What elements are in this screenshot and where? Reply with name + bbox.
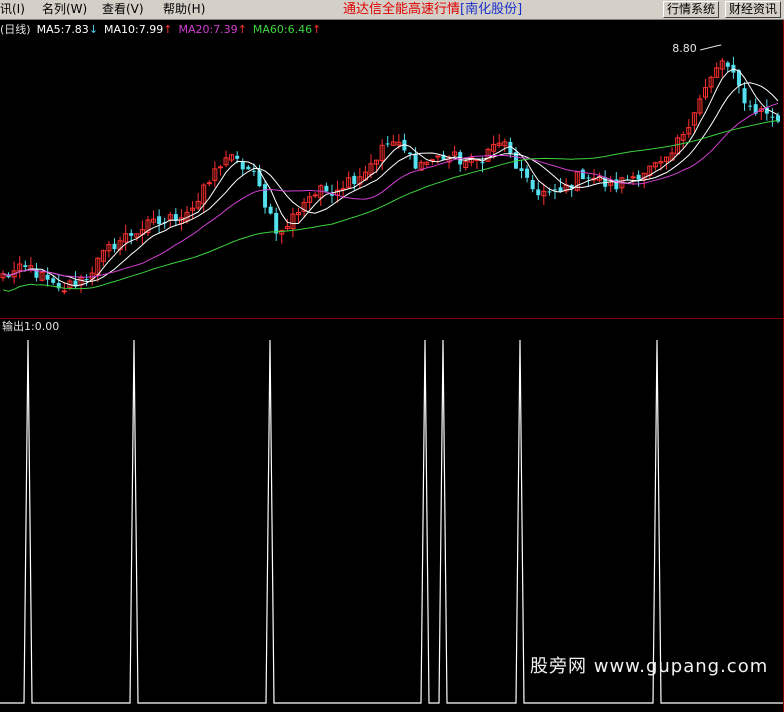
candle-body <box>480 162 485 164</box>
candle-body <box>636 174 641 180</box>
candle-body <box>742 88 747 104</box>
candle-body <box>725 62 730 67</box>
ma20-line <box>2 102 779 278</box>
candle-body <box>770 116 775 118</box>
ma-legend: (日线) MA5:7.83↓ MA10:7.99↑ MA20:7.39↑ MA60:6.… <box>0 22 327 38</box>
signal-line <box>0 339 783 704</box>
candle-body <box>580 169 585 180</box>
candle-body <box>274 212 279 234</box>
candle-body <box>240 161 245 170</box>
chart-canvas: 8.80 <box>0 20 784 712</box>
legend-label: MA60:6.46 <box>252 23 313 36</box>
watermark: 股旁网 www.gupang.com <box>530 656 769 677</box>
candle-body <box>235 155 240 159</box>
candle-body <box>312 194 318 197</box>
high-price-pointer <box>700 44 722 51</box>
candle-body <box>51 278 56 283</box>
candle-body <box>408 152 413 155</box>
candle-body <box>519 168 524 172</box>
candle-body <box>324 185 329 192</box>
ma10-line <box>2 82 779 283</box>
candle-body <box>630 176 636 179</box>
candle-body <box>586 177 591 179</box>
ma60-line <box>2 119 779 292</box>
candle-body <box>263 184 268 208</box>
legend-item-ma60: MA60:6.46↑ <box>253 22 321 38</box>
legend-item-ma20: MA20:7.39↑ <box>178 22 246 38</box>
candle-body <box>385 143 390 145</box>
candle-body <box>268 206 273 214</box>
candle-body <box>129 233 134 236</box>
candle-body <box>552 189 557 191</box>
ma5-line <box>2 68 779 287</box>
candle-body <box>352 175 357 185</box>
legend-label: MA5:7.83 <box>36 23 89 36</box>
candle-body <box>525 168 530 178</box>
candle-body <box>157 216 162 225</box>
legend-label: MA20:7.39 <box>178 23 238 36</box>
legend-period: (日线) <box>0 23 31 36</box>
candle-body <box>23 265 28 267</box>
candle-body <box>84 279 89 281</box>
candle-body <box>61 290 67 293</box>
candle-body <box>45 274 50 280</box>
candle-body <box>217 166 223 169</box>
candle-body <box>246 166 251 170</box>
candle-body <box>413 153 418 169</box>
arrow-up-icon: ↑ <box>237 23 247 36</box>
candle-body <box>748 105 753 107</box>
legend-label: MA10:7.99 <box>104 23 164 36</box>
legend-item-ma5: MA5:7.83↓ <box>37 22 98 38</box>
candle-body <box>206 182 212 185</box>
candle-body <box>558 187 563 192</box>
candle-body <box>547 191 552 193</box>
high-price-label: 8.80 <box>672 42 697 55</box>
arrow-up-icon: ↑ <box>312 23 322 36</box>
candle-body <box>536 189 541 196</box>
candle-body <box>530 180 535 190</box>
candle-body <box>112 243 117 250</box>
indicator-legend: 输出1:0.00 <box>2 320 60 333</box>
legend-item-ma10: MA10:7.99↑ <box>104 22 172 38</box>
arrow-up-icon: ↑ <box>163 23 173 36</box>
candle-body <box>251 170 256 172</box>
arrow-down-icon: ↓ <box>88 23 99 36</box>
